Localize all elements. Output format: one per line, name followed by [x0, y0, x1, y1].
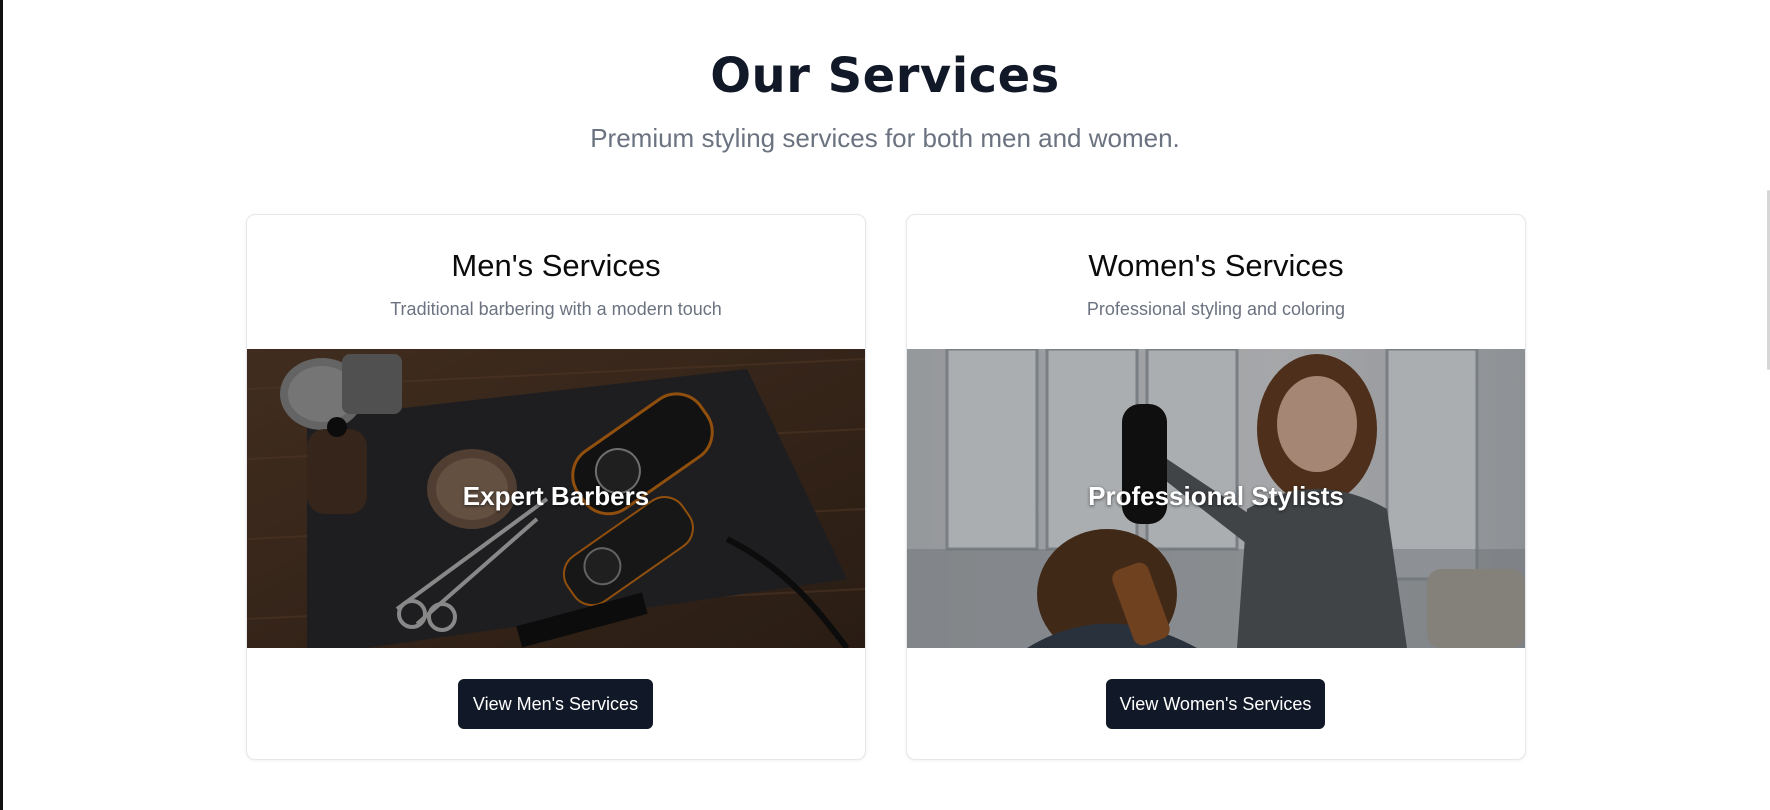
mens-services-card: Men's Services Traditional barbering wit… — [246, 214, 866, 760]
card-description: Professional styling and coloring — [1086, 299, 1346, 319]
image-caption: Expert Barbers — [462, 481, 650, 511]
card-title: Men's Services — [451, 248, 661, 283]
view-mens-services-button[interactable]: View Men's Services — [458, 679, 653, 729]
barber-tools-image: Expert Barbers — [247, 349, 865, 648]
womens-services-card: Women's Services Professional styling an… — [906, 214, 1526, 760]
page-title: Our Services — [710, 48, 1060, 104]
image-caption: Professional Stylists — [1088, 481, 1344, 511]
card-title: Women's Services — [1088, 248, 1344, 283]
page-subtitle: Premium styling services for both men an… — [590, 123, 1180, 153]
card-description: Traditional barbering with a modern touc… — [390, 299, 722, 319]
view-womens-services-button[interactable]: View Women's Services — [1106, 679, 1325, 729]
stylist-salon-image: Professional Stylists — [907, 349, 1525, 648]
